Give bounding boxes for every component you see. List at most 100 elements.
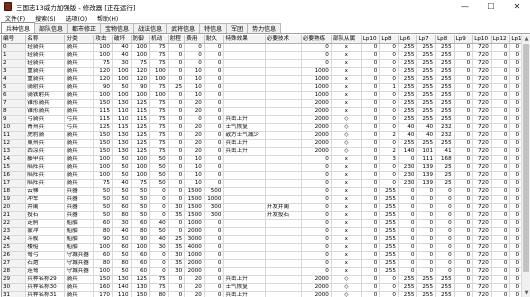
table-cell[interactable]: 蒙冲 — [25, 227, 66, 236]
table-cell[interactable]: 0 — [379, 139, 399, 148]
table-cell[interactable]: 0 — [454, 59, 474, 68]
table-cell[interactable]: 0 — [509, 259, 521, 268]
table-cell[interactable]: 开发投石 — [265, 211, 302, 220]
table-cell[interactable]: 0 — [168, 91, 186, 100]
table-cell[interactable]: 30 — [168, 267, 186, 276]
table-cell[interactable]: 0 — [301, 243, 332, 252]
table-cell[interactable]: 20 — [184, 131, 205, 140]
table-cell[interactable]: 骑兵 — [64, 147, 95, 156]
table-cell[interactable] — [223, 99, 266, 108]
table-cell[interactable]: 1000 — [204, 195, 225, 204]
table-cell[interactable]: 50 — [112, 171, 132, 180]
table-cell[interactable]: 255 — [398, 83, 418, 92]
table-cell[interactable]: 13 — [2, 147, 27, 156]
table-cell[interactable]: 720 — [472, 171, 492, 180]
table-cell[interactable]: 18 — [2, 187, 27, 196]
table-cell[interactable] — [265, 227, 302, 236]
table-cell[interactable]: 115 — [93, 115, 113, 124]
table-cell[interactable]: x — [331, 59, 362, 68]
table-cell[interactable]: 0 — [168, 179, 186, 188]
table-cell[interactable]: 75 — [149, 115, 169, 124]
table-cell[interactable]: 0 — [491, 155, 511, 164]
table-cell[interactable]: 50 — [112, 251, 132, 260]
table-cell[interactable]: 0 — [435, 227, 455, 236]
table-cell[interactable]: 50 — [93, 187, 113, 196]
table-cell[interactable]: 骑兵 — [64, 179, 95, 188]
table-cell[interactable]: 西凉兵 — [25, 147, 66, 156]
table-cell[interactable]: x — [331, 43, 362, 52]
table-cell[interactable]: 0 — [301, 259, 332, 268]
table-cell[interactable] — [223, 59, 266, 68]
table-cell[interactable]: ◇ — [331, 115, 362, 124]
table-cell[interactable]: 0 — [509, 203, 521, 212]
table-row[interactable]: 3 重骑兵 骑兵 120 100 120 100 0 10 0 1000 x 0 0 255 255 255 0 7… — [2, 67, 521, 76]
table-cell[interactable]: 骑兵 — [64, 107, 95, 116]
table-cell[interactable]: 720 — [472, 275, 492, 284]
column-header[interactable]: 特殊效果 — [223, 35, 266, 44]
table-cell[interactable]: 骑兵 — [64, 171, 95, 180]
table-cell[interactable]: 石炮 — [25, 259, 66, 268]
table-cell[interactable]: 0 — [168, 75, 186, 84]
table-cell[interactable]: 40 — [112, 43, 132, 52]
table-cell[interactable]: 0 — [361, 99, 381, 108]
table-cell[interactable]: 20 — [184, 107, 205, 116]
table-cell[interactable]: 0 — [168, 139, 186, 148]
table-cell[interactable]: 50 — [149, 179, 169, 188]
column-header[interactable]: 编号 — [2, 35, 27, 44]
table-row[interactable]: 16 陷阵兵 骑兵 100 50 100 50 0 10 0 0 x 0 0 230 139 25 0 720 0 0 — [2, 171, 521, 180]
close-button[interactable]: ✕ — [504, 0, 530, 13]
table-cell[interactable]: 0 — [184, 59, 205, 68]
table-cell[interactable]: 0 — [454, 251, 474, 260]
table-cell[interactable]: 75 — [149, 131, 169, 140]
table-cell[interactable]: 0 — [379, 115, 399, 124]
column-header[interactable]: 费用 — [184, 35, 205, 44]
table-cell[interactable]: 骑兵 — [64, 51, 95, 60]
table-cell[interactable]: 0 — [509, 155, 521, 164]
table-cell[interactable] — [223, 91, 266, 100]
table-cell[interactable]: 255 — [398, 51, 418, 60]
table-cell[interactable]: 云梯 — [25, 187, 66, 196]
table-cell[interactable]: 500 — [204, 187, 225, 196]
table-cell[interactable]: 士气恢复 — [223, 283, 266, 292]
table-cell[interactable]: 50 — [131, 187, 151, 196]
table-cell[interactable]: 0 — [509, 227, 521, 236]
column-header[interactable]: Lp12 — [491, 35, 511, 44]
table-cell[interactable]: 0 — [416, 259, 437, 268]
table-cell[interactable]: 敌方士气减少 — [223, 131, 266, 140]
table-cell[interactable]: 255 — [398, 115, 418, 124]
table-cell[interactable] — [223, 211, 266, 220]
table-cell[interactable]: 0 — [204, 283, 225, 292]
table-cell[interactable]: 0 — [361, 251, 381, 260]
table-cell[interactable]: 255 — [416, 107, 437, 116]
table-cell[interactable]: 720 — [472, 235, 492, 244]
table-cell[interactable]: 230 — [398, 163, 418, 172]
table-cell[interactable]: 21 — [2, 211, 27, 220]
table-cell[interactable]: 0 — [361, 187, 381, 196]
table-cell[interactable] — [223, 259, 266, 268]
table-cell[interactable]: 100 — [112, 91, 132, 100]
table-cell[interactable]: 0 — [435, 235, 455, 244]
column-header[interactable]: Lp6 — [398, 35, 418, 44]
table-cell[interactable]: 骑兵 — [64, 75, 95, 84]
table-cell[interactable]: 720 — [472, 187, 492, 196]
table-cell[interactable]: 0 — [361, 243, 381, 252]
table-cell[interactable]: 3000 — [184, 235, 205, 244]
maximize-button[interactable]: ☐ — [478, 0, 504, 13]
table-cell[interactable]: 90 — [93, 83, 113, 92]
table-cell[interactable]: 11 — [2, 131, 27, 140]
table-cell[interactable]: 2000 — [301, 283, 332, 292]
table-cell[interactable]: 斗舰 — [25, 235, 66, 244]
table-cell[interactable]: 25 — [168, 83, 186, 92]
table-cell[interactable]: 720 — [472, 99, 492, 108]
table-cell[interactable]: 0 — [361, 115, 381, 124]
table-cell[interactable]: 720 — [472, 219, 492, 228]
table-cell[interactable]: 115 — [112, 123, 132, 132]
table-cell[interactable]: 0 — [435, 251, 455, 260]
table-cell[interactable]: 80 — [112, 211, 132, 220]
table-cell[interactable]: 1500 — [184, 187, 205, 196]
table-cell[interactable]: 0 — [454, 195, 474, 204]
tab-2[interactable]: 都市修正 — [67, 23, 102, 33]
table-cell[interactable]: 0 — [301, 227, 332, 236]
table-cell[interactable]: 0 — [491, 67, 511, 76]
table-cell[interactable]: 弓兵 — [64, 123, 95, 132]
